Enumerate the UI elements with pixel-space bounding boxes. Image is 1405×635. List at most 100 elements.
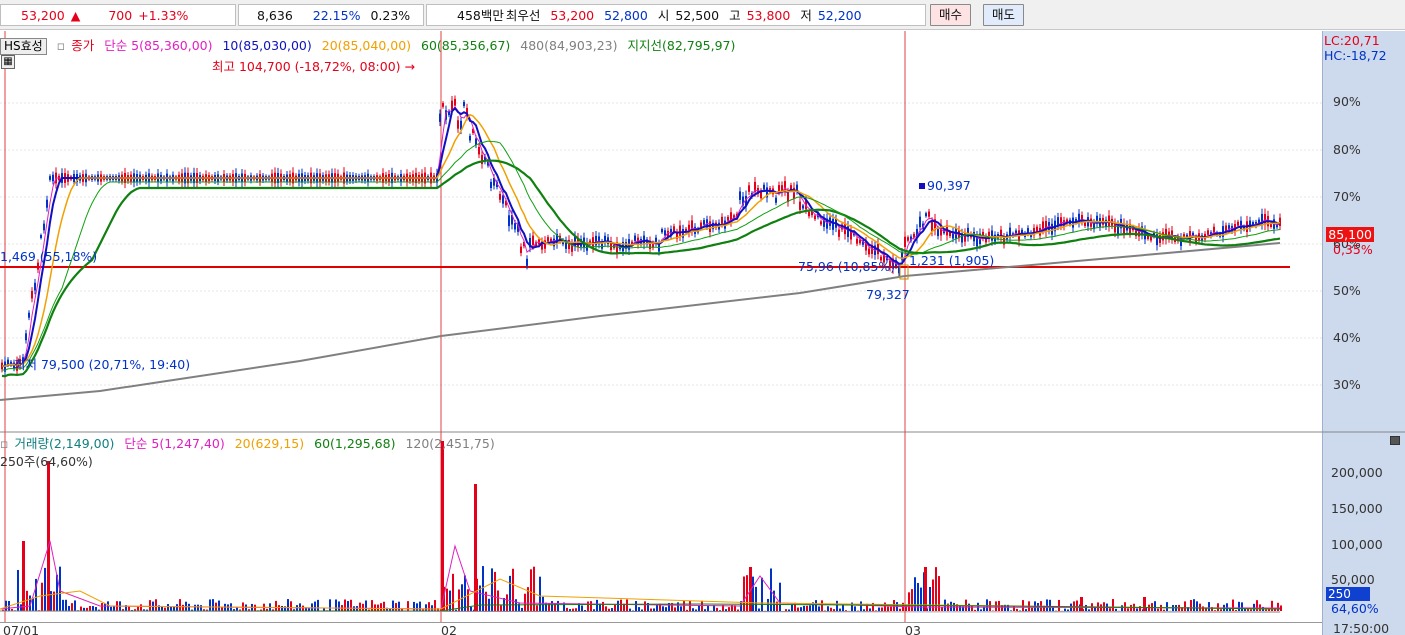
volume-bar	[1184, 601, 1186, 611]
candle-body	[1279, 217, 1281, 227]
lc-label: LC:20,71	[1324, 33, 1380, 48]
arrow-right-icon: →	[404, 59, 416, 74]
up-arrow-icon: ▲	[70, 8, 81, 23]
volume-bar	[500, 605, 502, 611]
volume-tag-pct: 64,60%	[1331, 601, 1379, 616]
volume-bar	[137, 606, 139, 611]
candle-body	[907, 237, 909, 241]
ma10-legend[interactable]: 10(85,030,00)	[222, 38, 311, 53]
volume-bar	[302, 605, 304, 611]
volume-bar	[1124, 602, 1126, 611]
volume-bar	[665, 607, 667, 611]
candle-body	[1036, 226, 1038, 232]
sell-button[interactable]: 매도	[983, 4, 1025, 26]
volume-bar	[362, 603, 364, 611]
volume-bar	[17, 569, 19, 611]
grid-icon[interactable]: ▦	[1, 55, 15, 69]
candle-body	[814, 215, 816, 220]
candle-body	[802, 205, 804, 209]
volume-bar	[737, 609, 739, 611]
volume-bar	[1217, 603, 1219, 611]
volume-bar	[716, 607, 718, 611]
close-label[interactable]: 종가	[71, 38, 94, 53]
volume-bar	[41, 582, 43, 611]
candle-body	[514, 223, 516, 230]
volume-bar	[839, 608, 841, 611]
candle-body	[1162, 232, 1164, 241]
vol-ma20-legend[interactable]: 20(629,15)	[235, 436, 304, 451]
candle-body	[928, 211, 930, 217]
vol-ma60-legend[interactable]: 60(1,295,68)	[314, 436, 395, 451]
buy-button[interactable]: 매수	[930, 4, 972, 26]
candle-body	[634, 235, 636, 241]
volume-bar	[380, 603, 382, 611]
volume-bar	[830, 607, 832, 611]
price-tag-pct: 0,35%	[1333, 242, 1373, 257]
volume-bar	[182, 604, 184, 611]
candle-body	[775, 197, 777, 203]
vol-ma120-legend[interactable]: 120(2,451,75)	[405, 436, 494, 451]
volume-bar	[572, 608, 574, 611]
volume-bar	[569, 609, 571, 611]
volume-bar	[275, 600, 277, 611]
volume-tag: 250	[1326, 587, 1370, 601]
candle-body	[31, 290, 33, 299]
ma60-legend[interactable]: 60(85,356,67)	[421, 38, 510, 53]
volume-bar	[974, 609, 976, 611]
volume-bar	[707, 605, 709, 611]
best-bid: 52,800	[604, 8, 648, 23]
current-price-tag: 85,100	[1326, 227, 1374, 242]
candle-body	[451, 100, 453, 111]
panel-toggle-icon[interactable]	[1390, 436, 1400, 445]
volume-spike	[441, 441, 444, 611]
support-legend[interactable]: 지지선(82,795,97)	[628, 38, 736, 53]
ma20-legend[interactable]: 20(85,040,00)	[322, 38, 411, 53]
volume-square-icon: ▫	[0, 436, 9, 451]
chart-canvas[interactable]	[0, 31, 1405, 635]
volume-bar	[365, 600, 367, 611]
volume-legend: ▫ 거래량(2,149,00) 단순 5(1,247,40) 20(629,15)…	[0, 433, 501, 452]
stock-chart[interactable]: HS효성 ▫ 종가 단순 5(85,360,00) 10(85,030,00) 2…	[0, 31, 1405, 635]
volume-bar	[467, 589, 469, 611]
volume-bar	[593, 609, 595, 611]
candle-body	[454, 98, 456, 106]
candle-body	[721, 216, 723, 225]
candle-body	[478, 146, 480, 155]
candle-body	[34, 282, 36, 291]
volume-bar	[80, 606, 82, 611]
volume-bar	[1220, 609, 1222, 611]
volume-bar	[290, 601, 292, 611]
trade-amount: 458백만	[457, 8, 504, 23]
volume-label[interactable]: 거래량(2,149,00)	[14, 436, 114, 451]
volume-bar	[935, 567, 937, 611]
volume-bar	[287, 599, 289, 611]
volume-bar	[1229, 608, 1231, 611]
volume-bar	[854, 606, 856, 611]
volume-bar	[821, 600, 823, 611]
volume-bar	[605, 606, 607, 611]
volume-bar	[446, 588, 448, 611]
rate-value: 0.23%	[370, 8, 411, 23]
vol-tick-150000: 150,000	[1331, 501, 1383, 516]
pct-tick-70: 70%	[1333, 189, 1361, 204]
volume-bar	[1010, 610, 1012, 611]
volume-bar	[344, 599, 346, 611]
ma5-legend[interactable]: 단순 5(85,360,00)	[104, 38, 212, 53]
volume-bar	[1190, 599, 1192, 611]
volume-bar	[755, 586, 757, 611]
vol-ma5-legend[interactable]: 단순 5(1,247,40)	[124, 436, 224, 451]
volume-bar	[1136, 608, 1138, 611]
volume-bar	[557, 600, 559, 611]
volume-bar	[521, 607, 523, 611]
volume-bar	[881, 607, 883, 611]
volume-bar	[932, 579, 934, 611]
volume-bar	[1280, 605, 1282, 611]
volume-bar	[413, 601, 415, 611]
ma480-legend[interactable]: 480(84,903,23)	[520, 38, 617, 53]
volume-bar	[212, 599, 214, 611]
volume-bar	[779, 582, 781, 611]
volume-bar	[68, 605, 70, 611]
effect-button[interactable]: HS효성	[0, 38, 47, 55]
candle-body	[52, 174, 54, 182]
volume-bar	[698, 605, 700, 611]
